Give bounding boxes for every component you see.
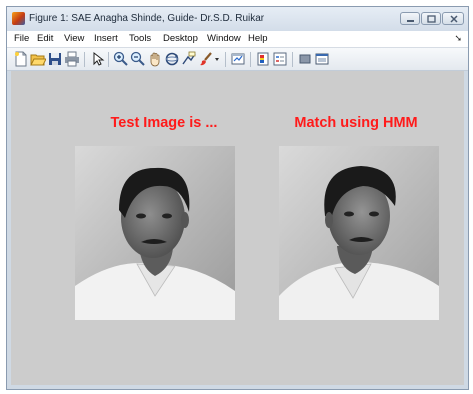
- zoom-in-button[interactable]: [113, 51, 129, 67]
- toolbar-separator: [292, 52, 293, 67]
- window-title: Figure 1: SAE Anagha Shinde, Guide- Dr.S…: [29, 13, 265, 24]
- hide-plot-tools-button[interactable]: [297, 51, 313, 67]
- toolbar-separator: [250, 52, 251, 67]
- menu-help[interactable]: Help: [248, 33, 268, 44]
- test-portrait-image: [75, 146, 235, 320]
- test-image-title: Test Image is ...: [110, 115, 218, 131]
- select-arrow-icon: [93, 51, 105, 66]
- insert-legend-icon: [273, 52, 287, 66]
- pan-hand-icon: [150, 52, 160, 67]
- zoom-out-button[interactable]: [130, 51, 146, 67]
- link-plot-icon: [231, 53, 245, 65]
- insert-legend-button[interactable]: [272, 51, 288, 67]
- zoom-in-icon: [113, 51, 128, 66]
- menu-view[interactable]: View: [64, 33, 84, 44]
- menu-tools[interactable]: Tools: [129, 33, 151, 44]
- menu-edit[interactable]: Edit: [37, 33, 53, 44]
- match-image-title: Match using HMM: [294, 115, 418, 131]
- matlab-figure-icon: [12, 12, 25, 25]
- data-cursor-icon: [182, 51, 196, 65]
- menu-file[interactable]: File: [14, 33, 29, 44]
- brush-button[interactable]: [198, 51, 214, 67]
- print-button[interactable]: [64, 51, 80, 67]
- brush-icon: [200, 52, 212, 66]
- close-button[interactable]: [442, 12, 464, 25]
- figure-canvas: Test Image is ... Match using HMM: [11, 71, 464, 385]
- minimize-icon: [407, 20, 414, 22]
- matched-portrait-image: [279, 146, 439, 320]
- rotate-3d-icon: [165, 52, 179, 66]
- save-icon: [49, 53, 61, 65]
- rotate-3d-button[interactable]: [164, 51, 180, 67]
- open-folder-icon: [30, 54, 46, 66]
- insert-colorbar-icon: [257, 52, 269, 66]
- minimize-button[interactable]: [400, 12, 420, 25]
- hide-plot-tools-icon: [299, 54, 311, 64]
- data-cursor-button[interactable]: [181, 51, 197, 67]
- open-file-button[interactable]: [30, 51, 46, 67]
- figure-toolbar: [7, 48, 468, 71]
- close-icon: [450, 15, 458, 23]
- pan-button[interactable]: [147, 51, 163, 67]
- new-file-button[interactable]: [13, 51, 29, 67]
- maximize-icon: [427, 15, 436, 23]
- matched-image: [279, 146, 439, 320]
- toolbar-separator: [225, 52, 226, 67]
- maximize-button[interactable]: [421, 12, 441, 25]
- menu-overflow-arrow[interactable]: ➘: [454, 33, 462, 44]
- new-file-icon: [15, 51, 27, 67]
- brush-dropdown-button[interactable]: [214, 51, 222, 67]
- test-image: [75, 146, 235, 320]
- toolbar-separator: [108, 52, 109, 67]
- show-plot-tools-icon: [315, 53, 329, 65]
- select-tool-button[interactable]: [89, 51, 105, 67]
- print-icon: [65, 51, 79, 67]
- menu-desktop[interactable]: Desktop: [163, 33, 198, 44]
- toolbar-separator: [84, 52, 85, 67]
- figure-window: Figure 1: SAE Anagha Shinde, Guide- Dr.S…: [6, 6, 469, 390]
- title-bar[interactable]: Figure 1: SAE Anagha Shinde, Guide- Dr.S…: [7, 7, 468, 31]
- save-button[interactable]: [47, 51, 63, 67]
- zoom-out-icon: [130, 51, 145, 66]
- menu-bar: File Edit View Insert Tools Desktop Wind…: [7, 31, 468, 48]
- menu-insert[interactable]: Insert: [94, 33, 118, 44]
- insert-colorbar-button[interactable]: [255, 51, 271, 67]
- link-plot-button[interactable]: [230, 51, 246, 67]
- brush-dropdown-icon: [215, 58, 219, 61]
- menu-window[interactable]: Window: [207, 33, 241, 44]
- show-plot-tools-button[interactable]: [314, 51, 330, 67]
